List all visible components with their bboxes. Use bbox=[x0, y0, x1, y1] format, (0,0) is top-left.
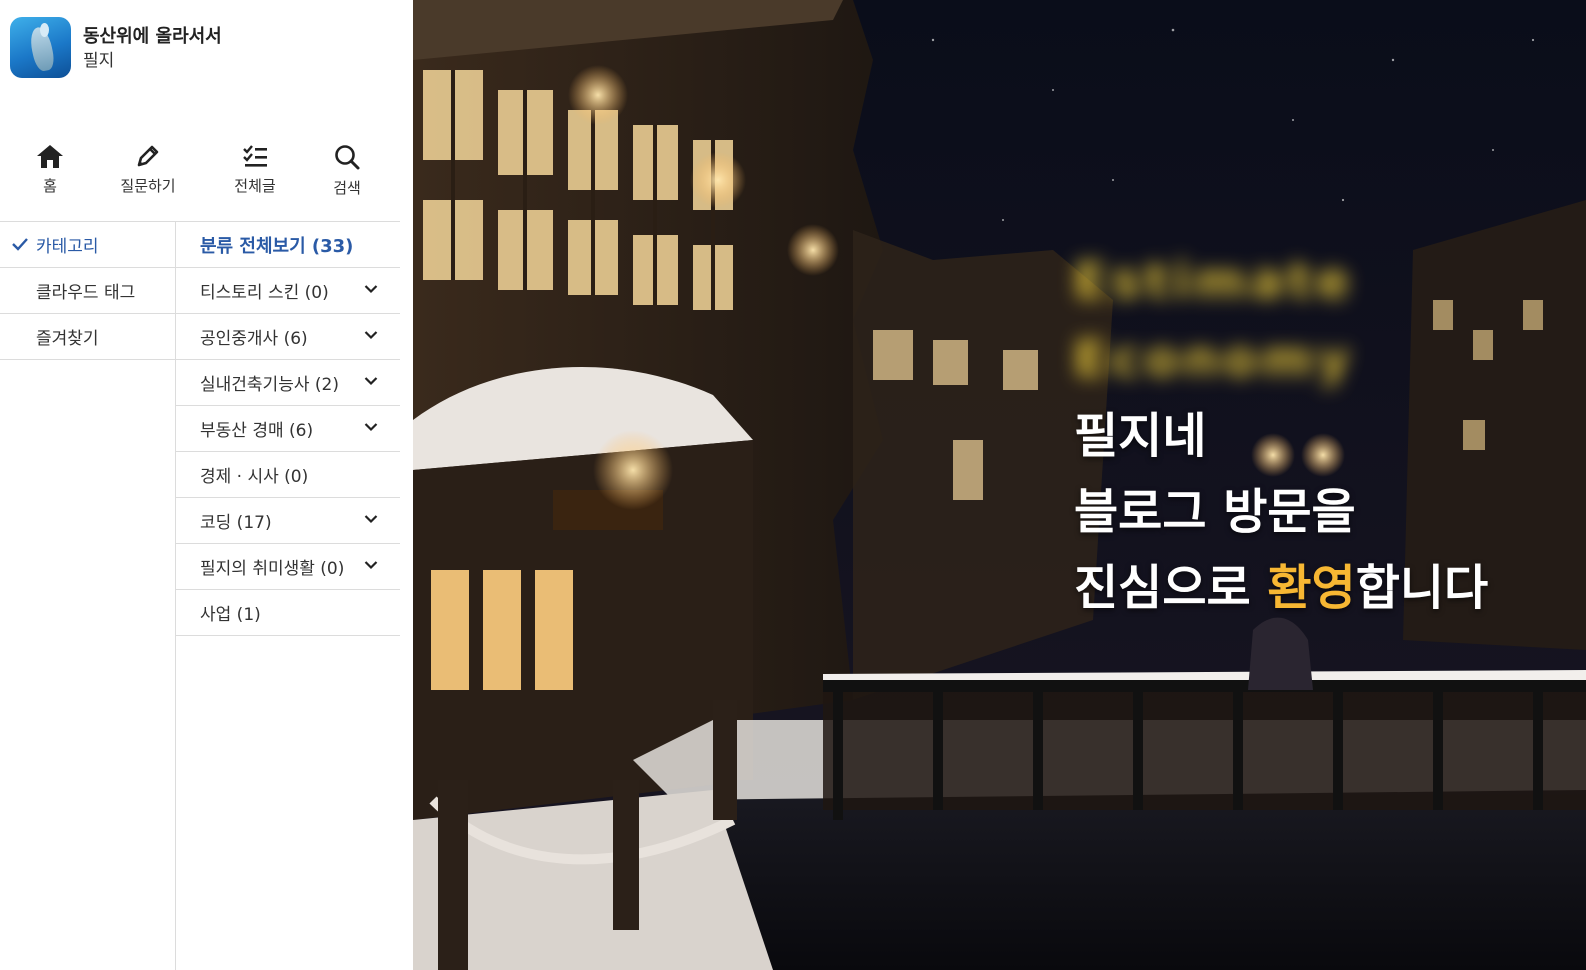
category-item-label: 티스토리 스킨 (0) bbox=[200, 283, 329, 303]
hero-line3: 진심으로 환영합니다 bbox=[1074, 550, 1488, 626]
tab-cloud-tag[interactable]: 클라우드 태그 bbox=[0, 268, 175, 314]
tab-category[interactable]: 카테고리 bbox=[0, 222, 175, 268]
nav-search[interactable]: 검색 bbox=[322, 143, 372, 198]
category-list: 분류 전체보기 (33) 티스토리 스킨 (0) 공인중개사 (6) 실내건축기… bbox=[176, 221, 400, 636]
pencil-icon bbox=[137, 145, 159, 167]
category-item-hobby[interactable]: 필지의 취미생활 (0) bbox=[176, 544, 400, 590]
tab-favorites-label: 즐겨찾기 bbox=[36, 329, 99, 349]
blog-title[interactable]: 동산위에 올라서서 bbox=[83, 24, 222, 50]
category-item-realtor[interactable]: 공인중개사 (6) bbox=[176, 314, 400, 360]
blog-author: 필지 bbox=[83, 50, 115, 71]
hero-line1: 필지네 bbox=[1074, 408, 1207, 464]
tab-category-label: 카테고리 bbox=[36, 237, 99, 257]
hero-blurred-line2: Economy bbox=[1073, 330, 1354, 388]
hero-line3-highlight: 환영 bbox=[1267, 560, 1356, 616]
nav-home[interactable]: 홈 bbox=[24, 143, 76, 196]
nav-search-label: 검색 bbox=[333, 179, 361, 197]
home-icon bbox=[37, 145, 63, 168]
chevron-down-icon[interactable] bbox=[364, 422, 378, 432]
category-item-interior[interactable]: 실내건축기능사 (2) bbox=[176, 360, 400, 406]
category-item-label: 실내건축기능사 (2) bbox=[200, 375, 339, 395]
nav-home-label: 홈 bbox=[43, 177, 57, 195]
tab-cloud-tag-label: 클라우드 태그 bbox=[36, 283, 136, 303]
search-icon bbox=[335, 145, 360, 170]
category-item-label: 사업 (1) bbox=[200, 605, 261, 625]
category-item-business[interactable]: 사업 (1) bbox=[176, 590, 400, 636]
hero-line3-post: 합니다 bbox=[1355, 560, 1489, 616]
sidebar-tabs: 카테고리 클라우드 태그 즐겨찾기 bbox=[0, 221, 176, 970]
hero-line3-pre: 진심으로 bbox=[1074, 560, 1268, 616]
nav-ask[interactable]: 질문하기 bbox=[108, 143, 188, 196]
dolphin-head-shape bbox=[40, 23, 49, 37]
category-item-tistory-skin[interactable]: 티스토리 스킨 (0) bbox=[176, 268, 400, 314]
category-all[interactable]: 분류 전체보기 (33) bbox=[176, 222, 400, 268]
hero-welcome-text: 필지네 블로그 방문을 진심으로 환영합니다 bbox=[1074, 398, 1488, 626]
category-item-economy[interactable]: 경제 · 시사 (0) bbox=[176, 452, 400, 498]
nav-ask-label: 질문하기 bbox=[120, 177, 176, 195]
category-all-label: 분류 전체보기 (33) bbox=[200, 235, 354, 257]
category-item-label: 공인중개사 (6) bbox=[200, 329, 308, 349]
check-icon bbox=[12, 238, 28, 251]
category-item-label: 필지의 취미생활 (0) bbox=[200, 559, 345, 579]
top-nav: 홈 질문하기 전체글 검색 bbox=[0, 143, 413, 221]
category-item-coding[interactable]: 코딩 (17) bbox=[176, 498, 400, 544]
category-item-label: 경제 · 시사 (0) bbox=[200, 467, 309, 487]
nav-all-posts[interactable]: 전체글 bbox=[222, 143, 288, 196]
sidebar: 동산위에 올라서서 필지 홈 질문하기 전체글 검색 카테고리 클라우드 태그 … bbox=[0, 0, 413, 970]
category-item-label: 부동산 경매 (6) bbox=[200, 421, 314, 441]
chevron-down-icon[interactable] bbox=[364, 376, 378, 386]
blog-brand[interactable]: 동산위에 올라서서 필지 bbox=[10, 17, 222, 78]
hero-line2: 블로그 방문을 bbox=[1074, 484, 1356, 540]
category-item-auction[interactable]: 부동산 경매 (6) bbox=[176, 406, 400, 452]
list-check-icon bbox=[243, 145, 267, 167]
tab-favorites[interactable]: 즐겨찾기 bbox=[0, 314, 175, 360]
nav-all-posts-label: 전체글 bbox=[234, 177, 276, 195]
chevron-down-icon[interactable] bbox=[364, 514, 378, 524]
chevron-down-icon[interactable] bbox=[364, 560, 378, 570]
brand-text: 동산위에 올라서서 필지 bbox=[83, 24, 222, 72]
hero-banner: Estimate Economy 필지네 블로그 방문을 진심으로 환영합니다 bbox=[413, 0, 1586, 970]
chevron-down-icon[interactable] bbox=[364, 284, 378, 294]
chevron-down-icon[interactable] bbox=[364, 330, 378, 340]
category-item-label: 코딩 (17) bbox=[200, 513, 272, 533]
hero-blurred-line1: Estimate bbox=[1073, 252, 1354, 310]
blog-logo[interactable] bbox=[10, 17, 71, 78]
